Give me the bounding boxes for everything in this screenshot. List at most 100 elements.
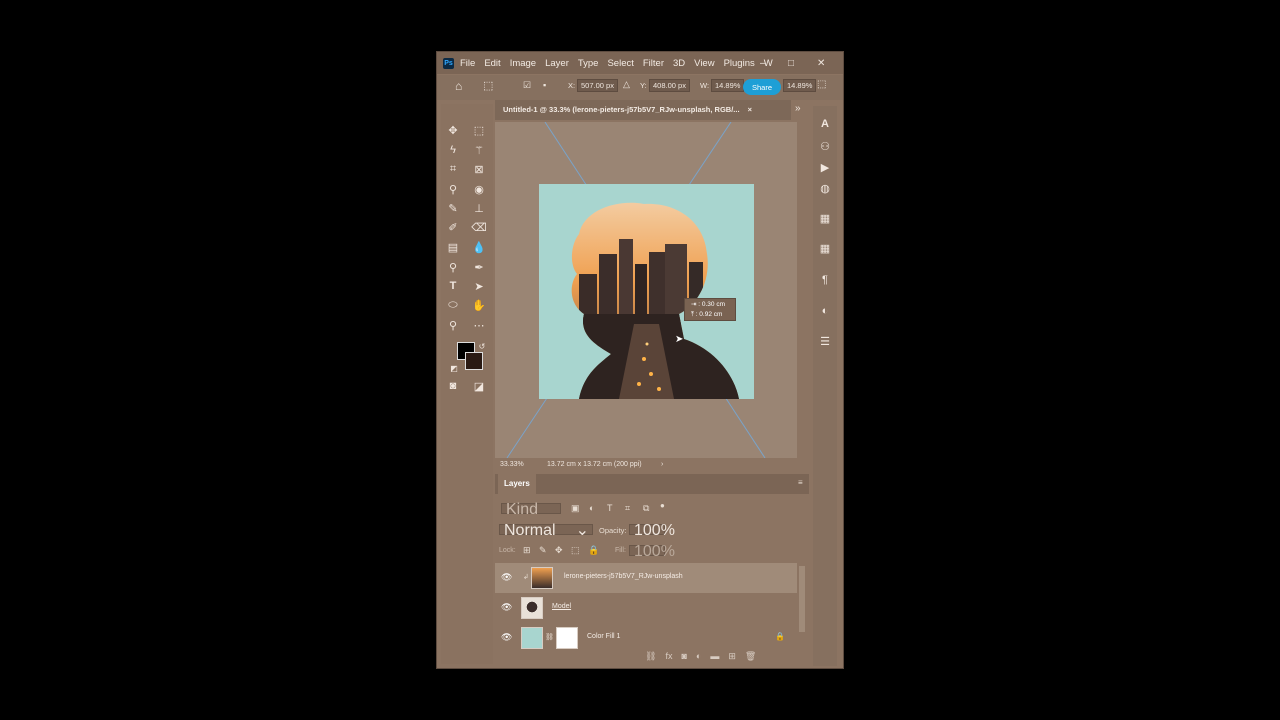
layers-tab[interactable]: Layers [498, 474, 536, 494]
pen-tool-icon[interactable]: ✒ [470, 259, 488, 275]
layer-row[interactable]: 👁 ⛓ Color Fill 1 🔒 [495, 623, 797, 653]
dodge-tool-icon[interactable]: ⚲ [444, 259, 462, 275]
menu-edit[interactable]: Edit [484, 58, 500, 69]
add-mask-icon[interactable]: ◙ [681, 651, 686, 662]
close-document-icon[interactable]: × [748, 105, 752, 114]
history-brush-tool-icon[interactable]: ✐ [444, 219, 462, 235]
eyedropper-tool-icon[interactable]: ⚲ [444, 181, 462, 197]
menu-3d[interactable]: 3D [673, 58, 685, 69]
maximize-button[interactable]: □ [788, 52, 794, 74]
menu-select[interactable]: Select [607, 58, 633, 69]
crop-tool-icon[interactable]: ⌗ [444, 161, 462, 177]
frame-tool-icon[interactable]: ⊠ [470, 161, 488, 177]
zoom-level[interactable]: 33.33% [500, 461, 524, 468]
document-tab[interactable]: Untitled-1 @ 33.3% (lerone-pieters-j57b5… [495, 100, 791, 120]
visibility-eye-icon[interactable]: 👁 [501, 632, 512, 643]
reference-point-checkbox[interactable]: ☑ [523, 80, 531, 91]
lock-image-icon[interactable]: ✎ [539, 545, 547, 556]
opacity-input[interactable]: 100% [629, 523, 675, 539]
lock-artboard-icon[interactable]: ⬚ [571, 545, 580, 556]
character-panel-icon[interactable]: A [817, 116, 833, 132]
menu-image[interactable]: Image [510, 58, 536, 69]
menu-filter[interactable]: Filter [643, 58, 664, 69]
x-input[interactable]: 507.00 px [577, 79, 618, 92]
link-chain-icon[interactable]: ⛓ [545, 633, 554, 641]
share-button[interactable]: Share [743, 79, 781, 95]
new-adjustment-icon[interactable]: ◐ [696, 651, 701, 662]
link-icon[interactable]: ⬚ [817, 79, 826, 90]
properties-sliders-icon[interactable]: ☰ [817, 333, 833, 349]
color-panel-icon[interactable]: ◍ [817, 180, 833, 196]
move-tool-icon[interactable]: ✥ [444, 122, 462, 138]
3d-material-tool-icon[interactable]: ◉ [470, 181, 488, 197]
delta-icon[interactable]: △ [623, 79, 630, 90]
menu-view[interactable]: View [694, 58, 714, 69]
adjustments-icon[interactable]: ◐ [817, 303, 833, 319]
default-colors-icon[interactable]: ◩ [445, 360, 463, 376]
lock-transparent-icon[interactable]: ⊞ [523, 545, 531, 556]
lasso-tool-icon[interactable]: ϟ [444, 142, 462, 158]
reference-point-icon[interactable]: ▪ [543, 80, 546, 90]
menu-type[interactable]: Type [578, 58, 599, 69]
new-layer-icon[interactable]: ⊞ [728, 651, 736, 662]
shape-tool-icon[interactable]: ⬭ [444, 297, 462, 313]
y-input[interactable]: 408.00 px [649, 79, 690, 92]
blend-mode-select[interactable]: Normal ⌄ [499, 523, 593, 539]
libraries-icon[interactable]: ⚇ [817, 138, 833, 154]
brush-tool-icon[interactable]: ✎ [444, 200, 462, 216]
hand-tool-icon[interactable]: ✋ [470, 297, 488, 313]
background-color-swatch[interactable] [465, 352, 483, 370]
fill-input[interactable]: 100% [629, 544, 675, 560]
layer-name[interactable]: lerone-pieters-j57b5V7_RJw-unsplash [564, 573, 683, 580]
path-selection-tool-icon[interactable]: ➤ [470, 278, 488, 294]
menu-file[interactable]: File [460, 58, 475, 69]
type-tool-icon[interactable]: T [444, 278, 462, 294]
layer-name[interactable]: Model [552, 603, 571, 610]
layers-scrollbar[interactable] [799, 566, 805, 632]
stamp-tool-icon[interactable]: ⊥ [470, 200, 488, 216]
magic-wand-tool-icon[interactable]: ⚚ [470, 142, 488, 158]
transform-icon[interactable]: ⬚ [483, 79, 493, 92]
close-button[interactable]: ✕ [817, 52, 825, 74]
blur-tool-icon[interactable]: 💧 [470, 239, 488, 255]
canvas[interactable] [495, 122, 797, 458]
patterns-grid-icon[interactable]: ▦ [817, 240, 833, 256]
quick-mask-icon[interactable]: ◙ [444, 378, 462, 394]
menu-layer[interactable]: Layer [545, 58, 569, 69]
layer-row[interactable]: 👁 ↲ lerone-pieters-j57b5V7_RJw-unsplash [495, 563, 797, 593]
screen-mode-icon[interactable]: ◪ [470, 378, 488, 394]
zoom-tool-icon[interactable]: ⚲ [444, 317, 462, 333]
filter-adjustment-icon[interactable]: ◐ [589, 503, 594, 513]
panel-menu-icon[interactable]: ≡ [798, 478, 803, 487]
h-input[interactable]: 14.89% [783, 79, 817, 92]
filter-smart-object-icon[interactable]: ⧉ [643, 503, 649, 514]
swatches-grid-icon[interactable]: ▦ [817, 210, 833, 226]
layer-row[interactable]: 👁 Model [495, 593, 797, 623]
lock-position-icon[interactable]: ✥ [555, 545, 563, 556]
link-layers-icon[interactable]: ⛓ [645, 651, 656, 662]
filter-toggle-icon[interactable]: ● [660, 501, 665, 510]
lock-all-icon[interactable]: 🔒 [588, 545, 599, 556]
filter-pixel-icon[interactable]: ▣ [571, 503, 580, 514]
more-tools-icon[interactable]: ⋯ [470, 317, 488, 333]
eraser-tool-icon[interactable]: ⌫ [470, 219, 488, 235]
gradient-tool-icon[interactable]: ▤ [444, 239, 462, 255]
filter-shape-icon[interactable]: ⌗ [625, 503, 630, 514]
paragraph-icon[interactable]: ¶ [817, 272, 833, 288]
swap-colors-icon[interactable]: ↺ [473, 338, 491, 354]
minimize-button[interactable]: – [760, 52, 766, 74]
status-menu-arrow[interactable]: › [661, 461, 663, 468]
layer-style-fx-icon[interactable]: fx [665, 651, 672, 662]
delete-layer-trash-icon[interactable]: 🗑 [745, 651, 756, 662]
layer-name[interactable]: Color Fill 1 [587, 633, 620, 640]
home-icon[interactable]: ⌂ [455, 79, 462, 93]
artwork-image[interactable] [539, 184, 754, 399]
visibility-eye-icon[interactable]: 👁 [501, 602, 512, 613]
new-group-folder-icon[interactable]: ▬ [710, 651, 719, 662]
filter-type-icon[interactable]: T [607, 503, 613, 513]
menu-plugins[interactable]: Plugins [724, 58, 755, 69]
expand-panels-icon[interactable]: » [795, 103, 801, 114]
w-input[interactable]: 14.89% [711, 79, 745, 92]
marquee-tool-icon[interactable]: ⬚ [470, 122, 488, 138]
layer-filter-kind[interactable]: Kind [501, 502, 561, 518]
